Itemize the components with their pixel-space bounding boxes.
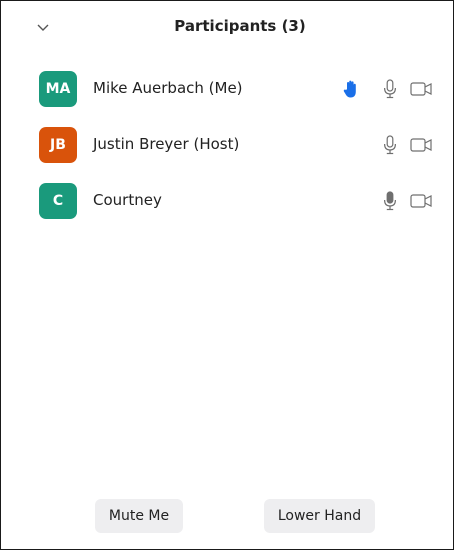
video-camera-icon[interactable]	[409, 189, 435, 213]
panel-title: Participants (3)	[174, 17, 306, 35]
microphone-speaking-icon[interactable]	[381, 189, 399, 213]
participants-panel: Participants (3) MA Mike Auerbach (Me) J…	[0, 0, 454, 550]
avatar: C	[39, 183, 77, 219]
lower-hand-button[interactable]: Lower Hand	[264, 499, 375, 533]
mute-me-button[interactable]: Mute Me	[95, 499, 183, 533]
microphone-icon[interactable]	[381, 77, 399, 101]
microphone-icon[interactable]	[381, 133, 399, 157]
video-camera-icon[interactable]	[409, 77, 435, 101]
avatar: MA	[39, 71, 77, 107]
video-camera-icon[interactable]	[409, 133, 435, 157]
raised-hand-icon	[342, 77, 360, 101]
participant-name: Courtney	[93, 191, 162, 209]
panel-header: Participants (3)	[1, 1, 453, 57]
participant-name: Mike Auerbach (Me)	[93, 79, 243, 97]
participant-name: Justin Breyer (Host)	[93, 135, 240, 153]
participant-row-justin[interactable]: JB Justin Breyer (Host)	[1, 121, 453, 169]
avatar: JB	[39, 127, 77, 163]
participant-row-mike[interactable]: MA Mike Auerbach (Me)	[1, 65, 453, 113]
participant-row-courtney[interactable]: C Courtney	[1, 177, 453, 225]
